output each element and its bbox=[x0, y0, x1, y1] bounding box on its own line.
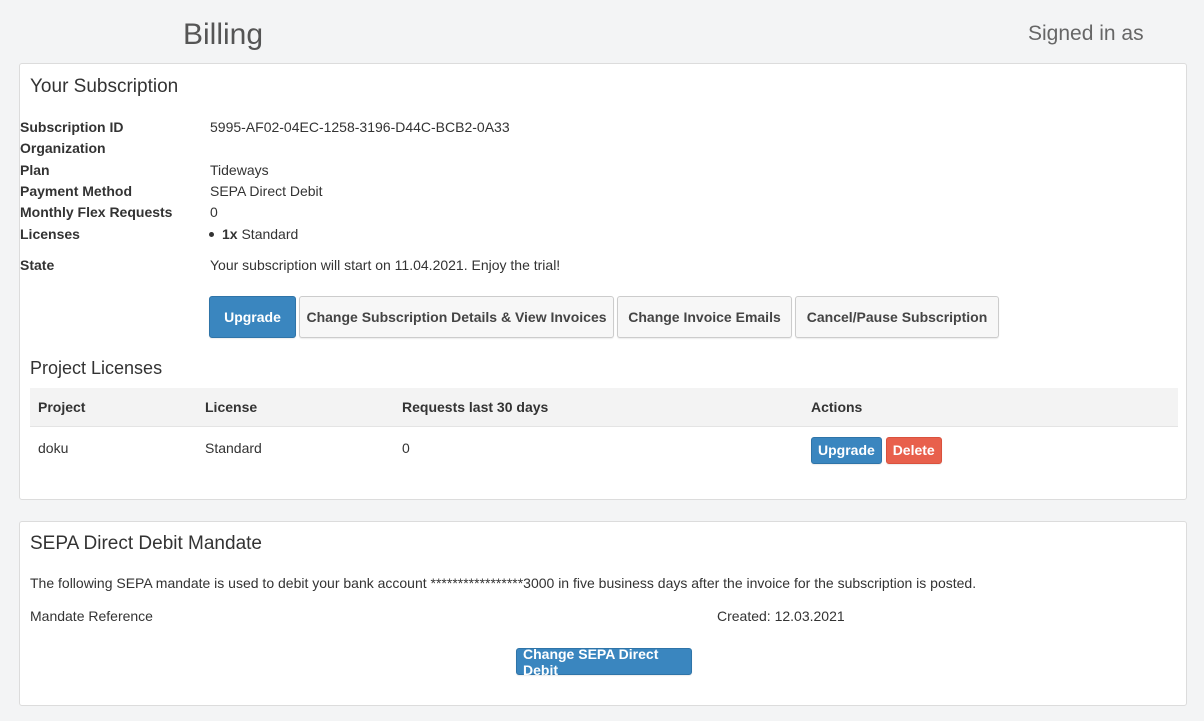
license-count: 1x bbox=[222, 226, 238, 242]
column-header-actions: Actions bbox=[803, 388, 1178, 427]
table-row: doku Standard 0 Upgrade Delete bbox=[30, 427, 1178, 470]
subscription-id-row: Subscription ID 5995-AF02-04EC-1258-3196… bbox=[20, 119, 1020, 139]
upgrade-subscription-button[interactable]: Upgrade bbox=[209, 296, 296, 338]
plan-value: Tideways bbox=[210, 162, 269, 178]
state-value: Your subscription will start on 11.04.20… bbox=[210, 257, 561, 273]
state-row: State Your subscription will start on 11… bbox=[20, 257, 1020, 277]
project-name-cell: doku bbox=[38, 440, 69, 456]
actions-cell: Upgrade Delete bbox=[803, 427, 1178, 470]
plan-label: Plan bbox=[20, 162, 50, 178]
organization-label: Organization bbox=[20, 140, 106, 156]
sepa-heading: SEPA Direct Debit Mandate bbox=[30, 533, 262, 554]
mandate-reference-label: Mandate Reference bbox=[30, 608, 153, 624]
column-header-project: Project bbox=[30, 388, 197, 427]
bullet-icon bbox=[209, 231, 214, 237]
plan-row: Plan Tideways bbox=[20, 162, 1020, 182]
payment-method-label: Payment Method bbox=[20, 183, 133, 199]
license-list-item: 1x Standard bbox=[202, 226, 298, 242]
change-invoice-emails-button[interactable]: Change Invoice Emails bbox=[617, 296, 792, 338]
license-cell: Standard bbox=[205, 440, 262, 456]
column-header-requests: Requests last 30 days bbox=[394, 388, 803, 427]
subscription-id-label: Subscription ID bbox=[20, 119, 124, 135]
project-upgrade-button[interactable]: Upgrade bbox=[811, 436, 882, 464]
change-sepa-button[interactable]: Change SEPA Direct Debit bbox=[516, 646, 692, 678]
organization-row: Organization bbox=[20, 140, 1020, 160]
subscription-panel: Your Subscription Subscription ID 5995-A… bbox=[19, 63, 1187, 500]
cancel-subscription-button[interactable]: Cancel/Pause Subscription bbox=[795, 296, 999, 338]
mandate-created-date: Created: 12.03.2021 bbox=[717, 608, 845, 624]
sepa-panel: SEPA Direct Debit Mandate The following … bbox=[19, 521, 1187, 706]
change-subscription-details-button[interactable]: Change Subscription Details & View Invoi… bbox=[299, 296, 614, 338]
column-header-license: License bbox=[197, 388, 394, 427]
flex-requests-row: Monthly Flex Requests 0 bbox=[20, 204, 1020, 224]
project-licenses-heading: Project Licenses bbox=[30, 358, 163, 378]
flex-requests-value: 0 bbox=[210, 204, 218, 220]
project-delete-button[interactable]: Delete bbox=[885, 436, 942, 464]
subscription-id-value: 5995-AF02-04EC-1258-3196-D44C-BCB2-0A33 bbox=[210, 119, 510, 135]
payment-method-value: SEPA Direct Debit bbox=[210, 183, 323, 199]
license-type: Standard bbox=[241, 226, 299, 242]
subscription-heading: Your Subscription bbox=[30, 76, 179, 97]
page-title: Billing bbox=[183, 18, 264, 51]
licenses-label: Licenses bbox=[20, 226, 80, 242]
payment-method-row: Payment Method SEPA Direct Debit bbox=[20, 183, 1020, 203]
signed-in-text: Signed in as bbox=[1028, 22, 1144, 45]
project-licenses-table: Project License Requests last 30 days Ac… bbox=[30, 388, 1178, 469]
flex-requests-label: Monthly Flex Requests bbox=[20, 204, 173, 220]
table-header-row: Project License Requests last 30 days Ac… bbox=[30, 388, 1178, 427]
licenses-row: Licenses 1x Standard bbox=[20, 226, 1020, 246]
sepa-description: The following SEPA mandate is used to de… bbox=[30, 575, 977, 591]
state-label: State bbox=[20, 257, 55, 273]
requests-cell: 0 bbox=[402, 440, 410, 456]
